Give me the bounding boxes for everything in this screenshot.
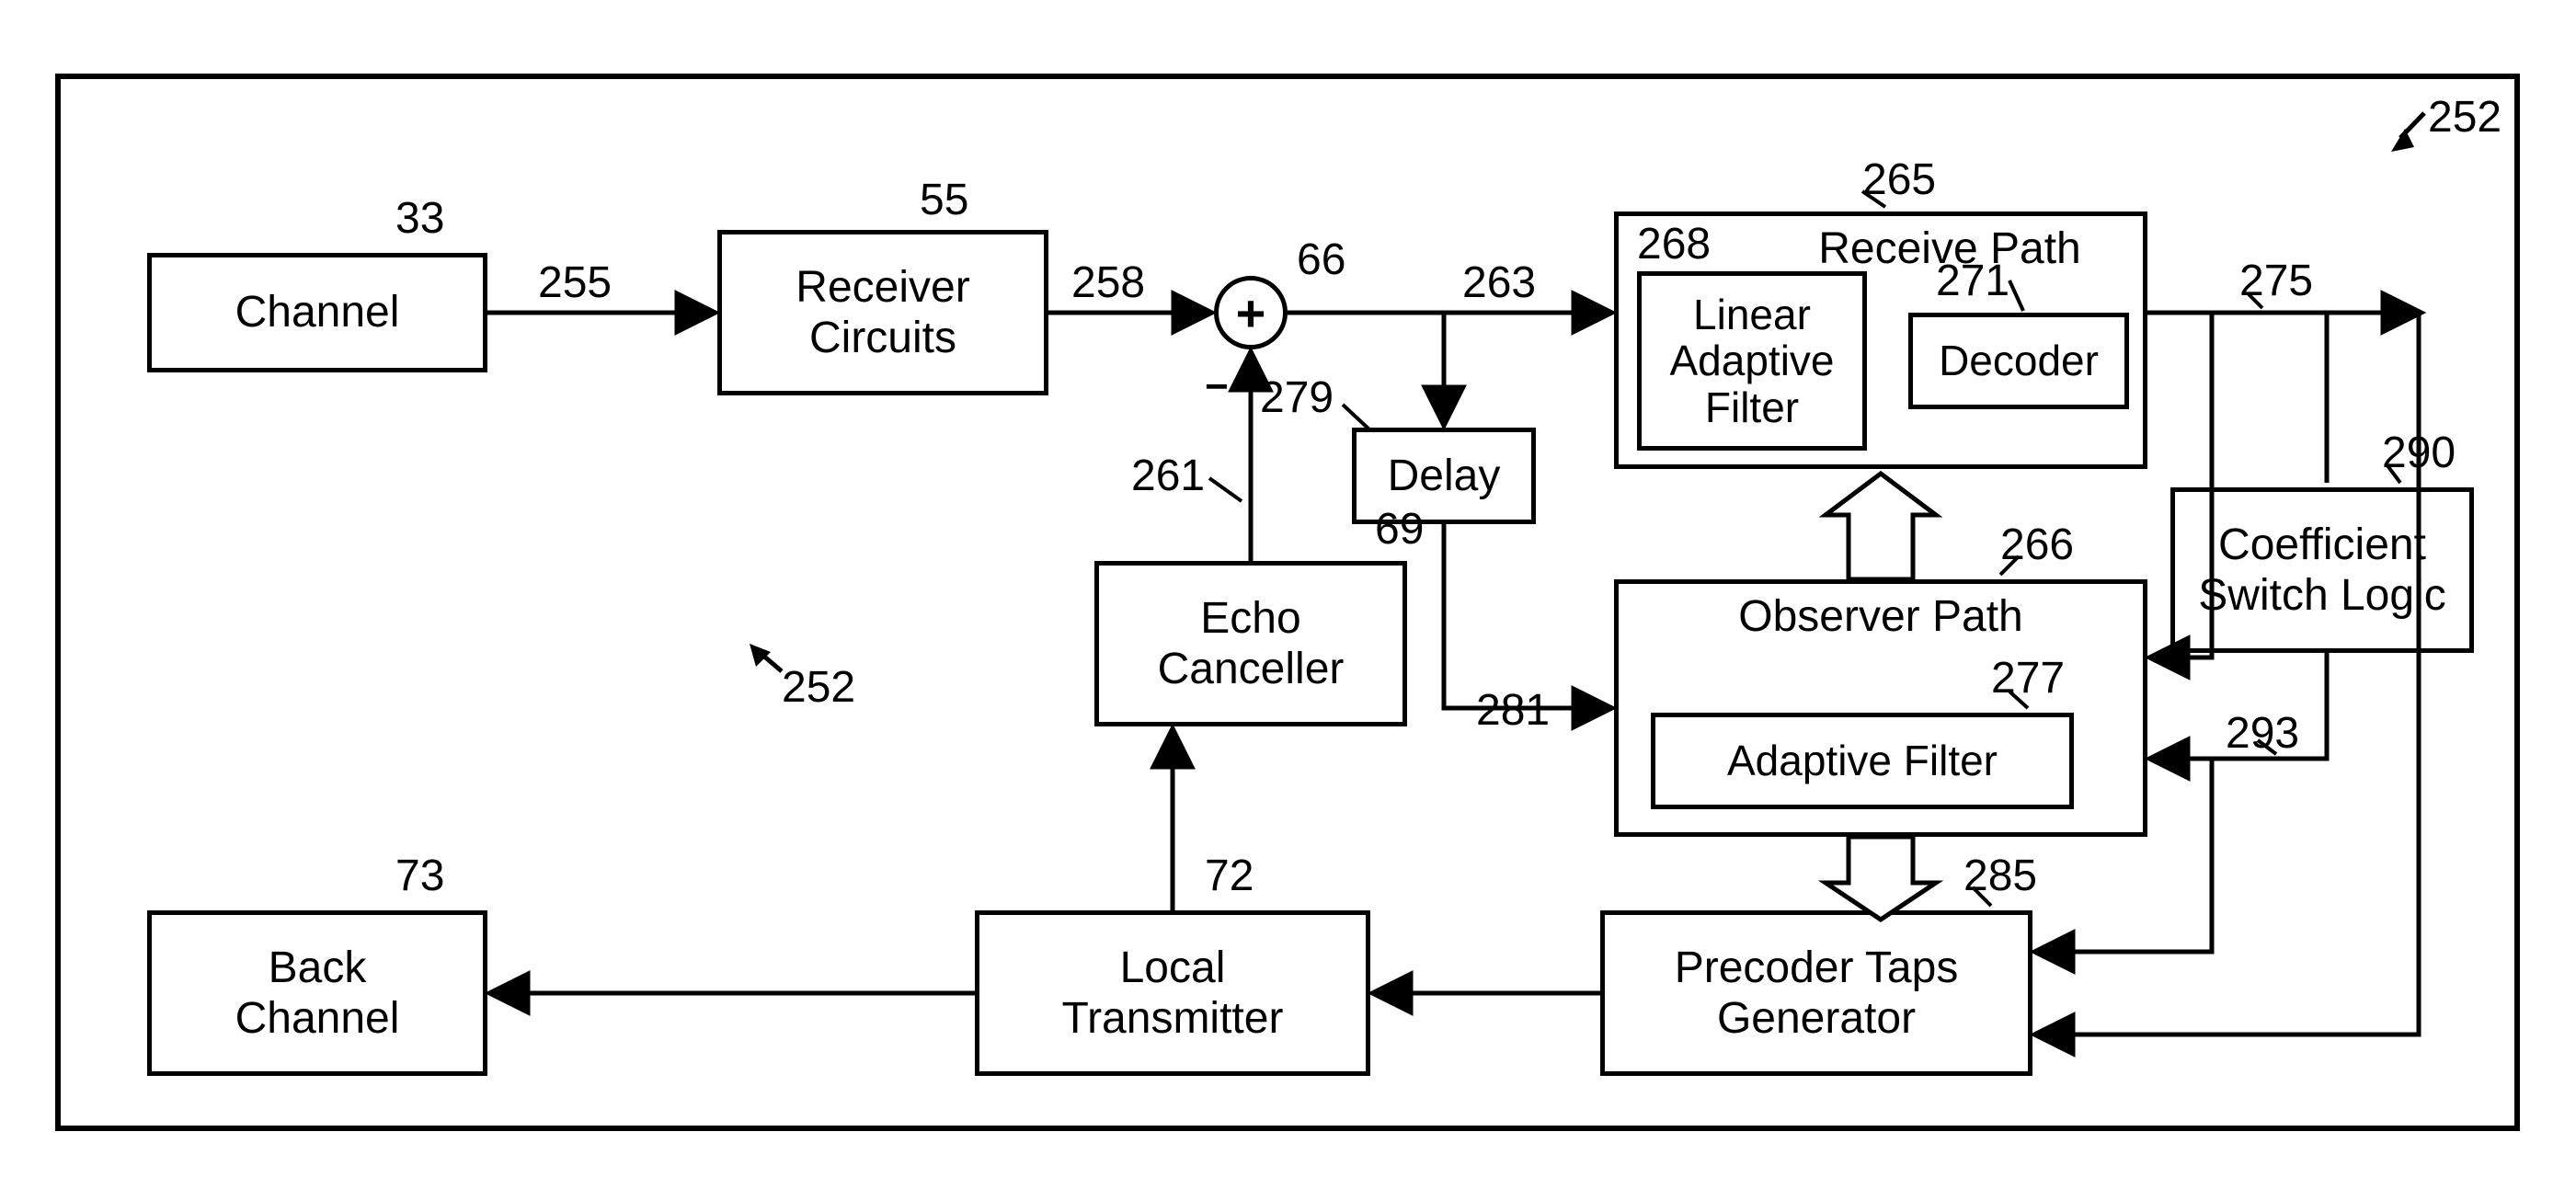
lbl-281: 281 (1476, 685, 1550, 736)
summer-plus: + (1236, 283, 1266, 343)
coeff-switch-block: Coefficient Switch Logic (2170, 487, 2474, 653)
precoder-text: Precoder Taps Generator (1675, 943, 1959, 1044)
observer-path-label: Observer Path (1720, 591, 2042, 642)
receiver-block: Receiver Circuits (717, 230, 1048, 395)
lbl-266: 266 (2000, 520, 2074, 570)
lbl-271: 271 (1936, 256, 2009, 306)
coeff-text: Coefficient Switch Logic (2198, 520, 2445, 621)
lbl-252-inner: 252 (782, 662, 855, 713)
lbl-72: 72 (1205, 851, 1254, 901)
lbl-69: 69 (1375, 504, 1424, 554)
lbl-279: 279 (1260, 372, 1334, 423)
precoder-block: Precoder Taps Generator (1600, 910, 2032, 1076)
lbl-66: 66 (1297, 234, 1345, 285)
lbl-275: 275 (2239, 256, 2313, 306)
local-tx-text: Local Transmitter (1062, 943, 1284, 1044)
local-transmitter-block: Local Transmitter (975, 910, 1370, 1076)
decoder-text: Decoder (1939, 337, 2099, 384)
lbl-290: 290 (2382, 428, 2456, 478)
lbl-277: 277 (1991, 653, 2065, 703)
lbl-252-outer: 252 (2428, 92, 2502, 143)
adaptive-filter-text: Adaptive Filter (1727, 737, 1998, 784)
lbl-73: 73 (395, 851, 444, 901)
echo-text: Echo Canceller (1158, 593, 1345, 694)
summing-node: + (1214, 276, 1288, 349)
lbl-293: 293 (2226, 708, 2299, 759)
channel-text: Channel (235, 287, 400, 337)
summer-minus: − (1205, 364, 1229, 410)
lbl-285: 285 (1963, 851, 2037, 901)
channel-block: Channel (147, 253, 487, 372)
lbl-258: 258 (1071, 257, 1145, 308)
lbl-265: 265 (1862, 154, 1936, 205)
linear-filter-block: Linear Adaptive Filter (1637, 271, 1867, 451)
back-channel-block: Back Channel (147, 910, 487, 1076)
lbl-55: 55 (920, 175, 968, 225)
adaptive-filter-block: Adaptive Filter (1651, 713, 2074, 809)
lbl-33: 33 (395, 193, 444, 244)
delay-text: Delay (1388, 451, 1501, 501)
lbl-261: 261 (1131, 451, 1205, 501)
receiver-text: Receiver Circuits (796, 262, 969, 363)
lbl-255: 255 (538, 257, 612, 308)
lbl-268: 268 (1637, 219, 1711, 269)
echo-canceller-block: Echo Canceller (1094, 561, 1407, 726)
back-channel-text: Back Channel (235, 943, 400, 1044)
lbl-263: 263 (1462, 257, 1536, 308)
linear-filter-text: Linear Adaptive Filter (1669, 292, 1834, 431)
decoder-block: Decoder (1908, 313, 2129, 409)
